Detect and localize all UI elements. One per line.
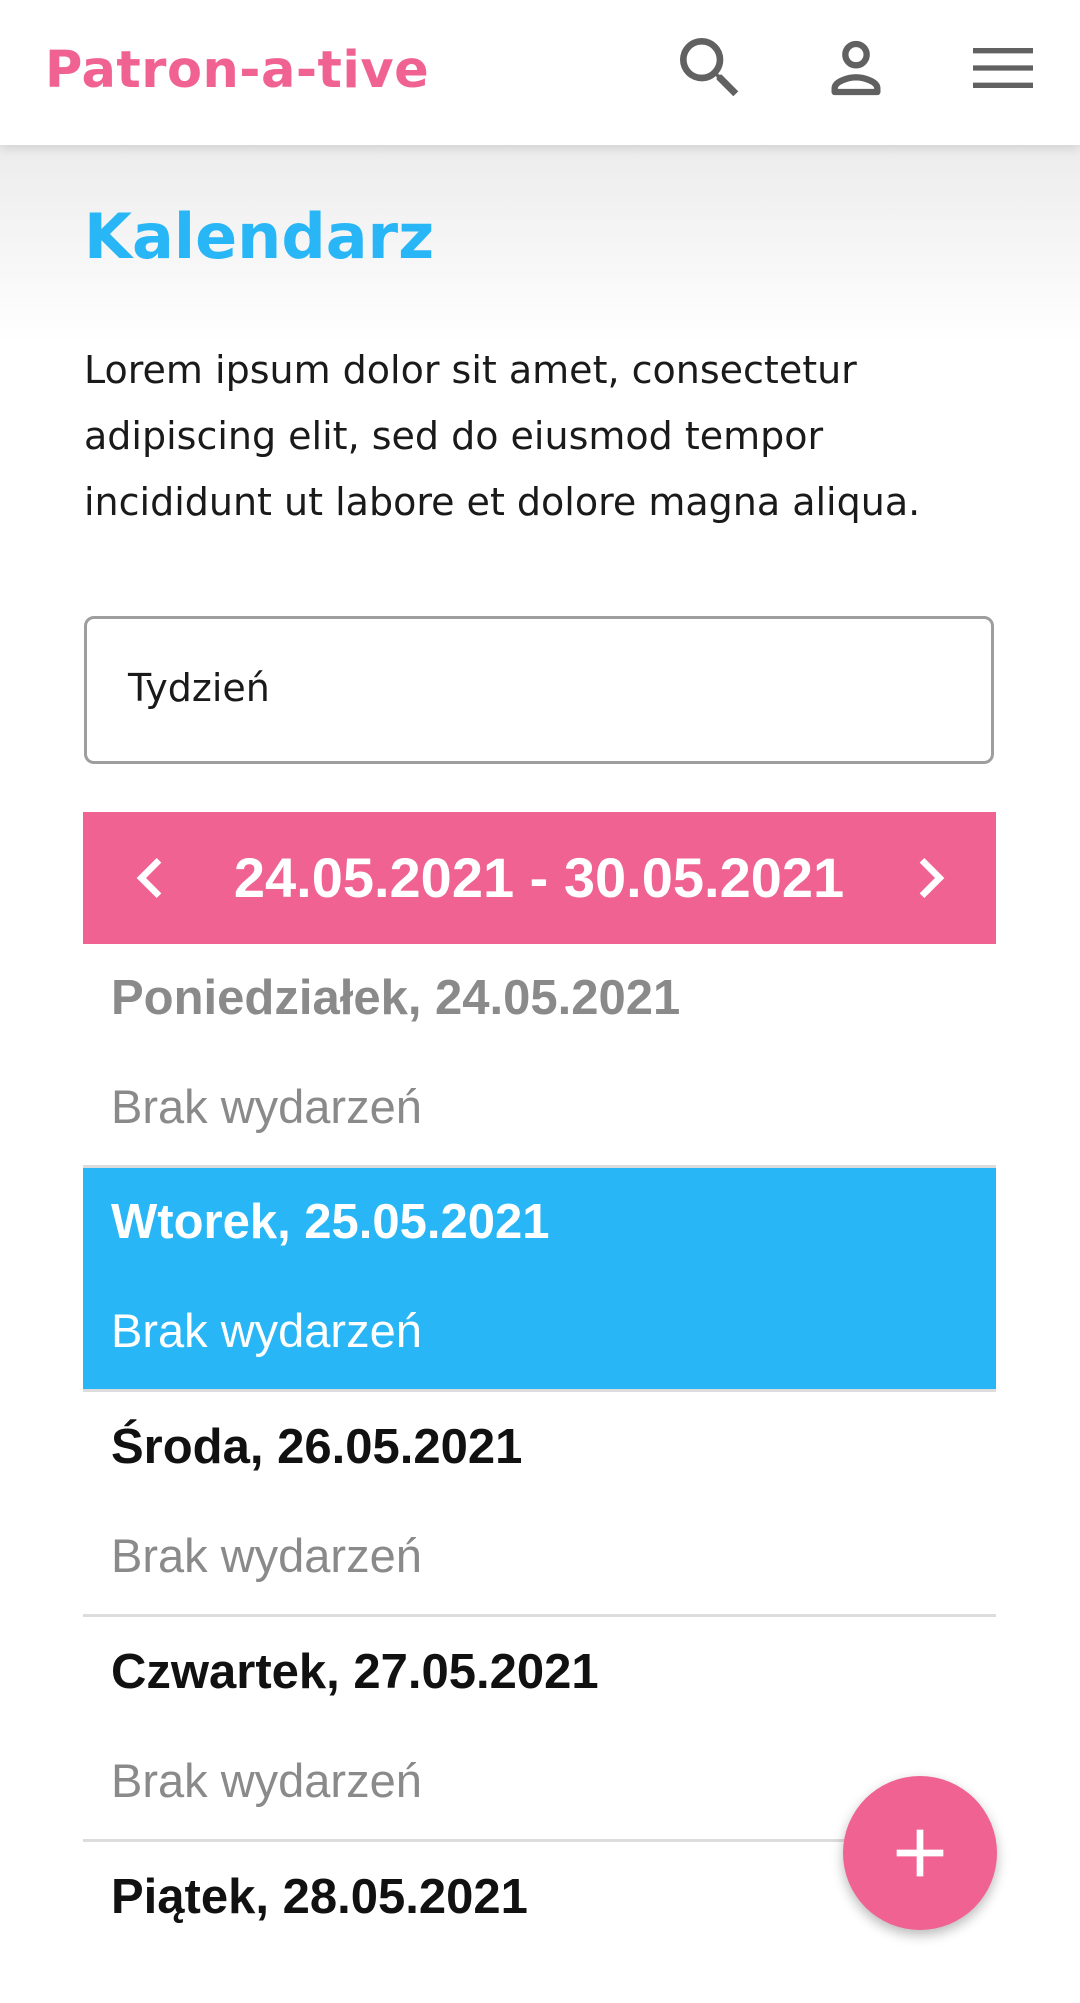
app-bar: Patron-a-tive [0,0,1080,145]
brand-logo[interactable]: Patron-a-tive [45,38,429,104]
day-title: Poniedziałek, 24.05.2021 [111,971,681,1025]
day-title: Czwartek, 27.05.2021 [111,1645,599,1699]
view-mode-value: Tydzień [128,666,270,710]
page-intro: Lorem ipsum dolor sit amet, consectetur … [84,348,921,524]
day-tuesday[interactable]: Wtorek, 25.05.2021 Brak wydarzeń [83,1168,996,1392]
day-wednesday[interactable]: Środa, 26.05.2021 Brak wydarzeń [83,1393,996,1617]
day-events: Brak wydarzeń [111,1529,422,1582]
day-events: Brak wydarzeń [111,1754,422,1807]
day-monday[interactable]: Poniedziałek, 24.05.2021 Brak wydarzeń [83,944,996,1168]
day-title: Środa, 26.05.2021 [111,1420,523,1474]
add-event-button[interactable] [843,1776,997,1930]
page-title: Kalendarz [84,200,435,273]
week-range-label: 24.05.2021 - 30.05.2021 [233,846,845,909]
account-icon[interactable] [816,28,896,108]
chevron-right-icon[interactable] [891,838,971,918]
chevron-left-icon[interactable] [110,838,190,918]
plus-icon [896,1829,944,1877]
view-mode-select[interactable]: Tydzień [84,616,994,764]
day-title: Wtorek, 25.05.2021 [111,1195,550,1249]
day-events: Brak wydarzeń [111,1080,422,1133]
day-title: Piątek, 28.05.2021 [111,1870,528,1924]
day-events: Brak wydarzeń [111,1304,422,1357]
search-icon[interactable] [670,28,750,108]
week-navigator: 24.05.2021 - 30.05.2021 [83,812,996,944]
menu-icon[interactable] [963,28,1043,108]
